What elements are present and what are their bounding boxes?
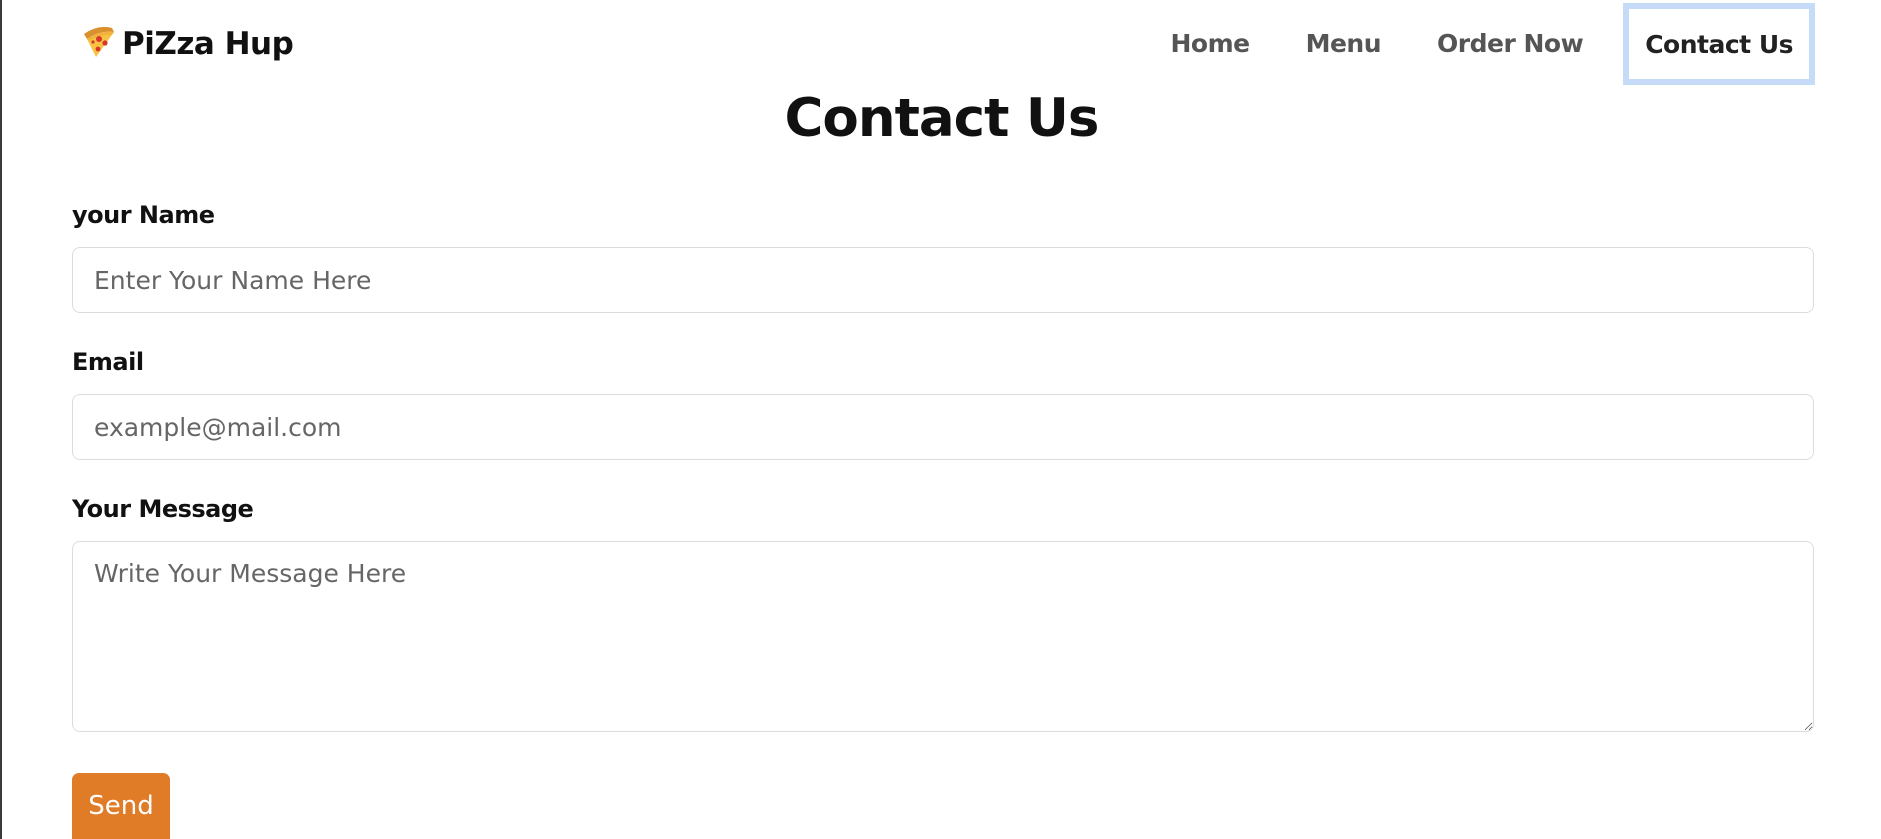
brand-name: PiZza Hup xyxy=(122,26,294,62)
navbar: PiZza Hup Home Menu Order Now Contact Us xyxy=(2,0,1881,86)
name-field-group: your Name xyxy=(72,200,1814,313)
send-button[interactable]: Send xyxy=(72,773,170,839)
nav-link-order-now[interactable]: Order Now xyxy=(1409,3,1611,83)
pizza-slice-icon xyxy=(78,22,122,66)
email-label: Email xyxy=(72,348,144,376)
nav-link-home[interactable]: Home xyxy=(1142,3,1277,83)
nav-link-contact-us[interactable]: Contact Us xyxy=(1623,3,1815,85)
name-input[interactable] xyxy=(72,247,1814,313)
nav-link-menu[interactable]: Menu xyxy=(1278,3,1409,83)
email-input[interactable] xyxy=(72,394,1814,460)
contact-form: your Name Email Your Message xyxy=(72,200,1814,766)
main-nav: Home Menu Order Now Contact Us xyxy=(1142,0,1815,86)
brand-link[interactable]: PiZza Hup xyxy=(78,22,294,66)
message-field-group: Your Message xyxy=(72,494,1814,732)
message-textarea[interactable] xyxy=(72,541,1814,732)
email-field-group: Email xyxy=(72,347,1814,460)
message-label: Your Message xyxy=(72,495,254,523)
page: PiZza Hup Home Menu Order Now Contact Us… xyxy=(0,0,1881,839)
name-label: your Name xyxy=(72,201,215,229)
page-title: Contact Us xyxy=(784,88,1100,149)
